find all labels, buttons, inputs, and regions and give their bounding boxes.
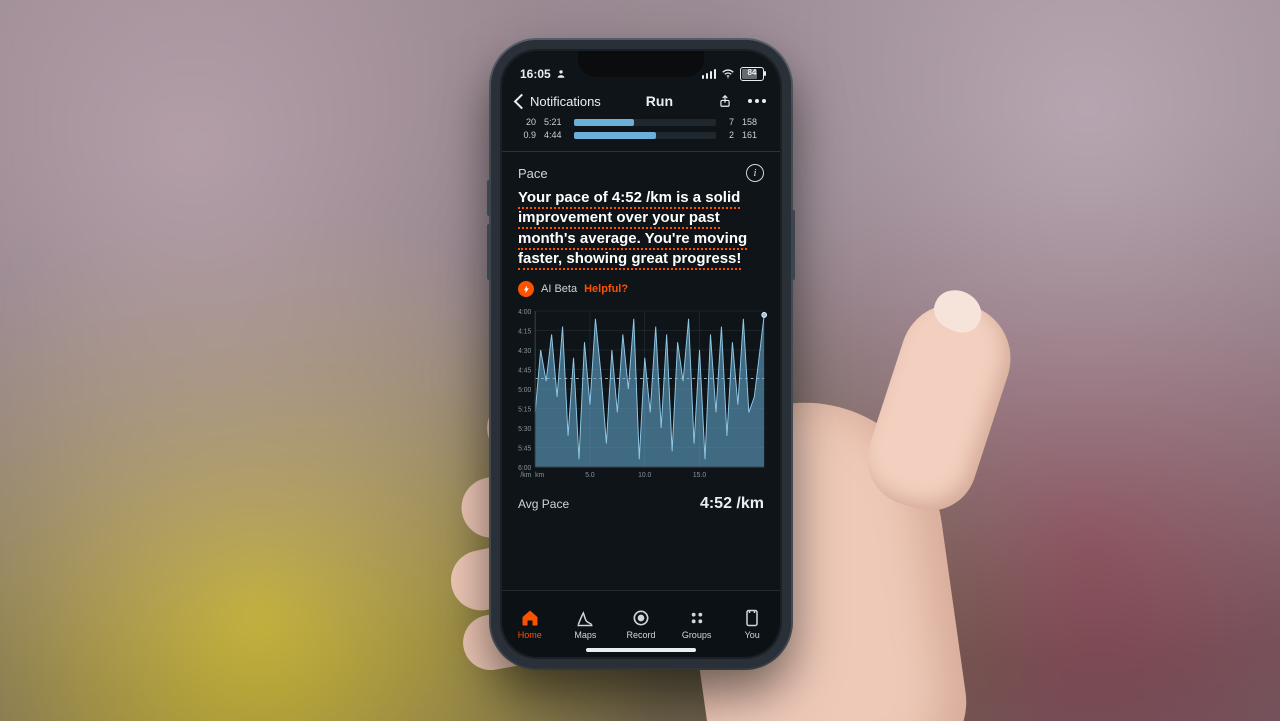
info-icon[interactable]: i xyxy=(746,164,764,182)
avg-pace-label: Avg Pace xyxy=(518,497,569,511)
tab-you[interactable]: You xyxy=(724,591,780,657)
power-button[interactable] xyxy=(791,210,795,280)
ai-label: AI Beta xyxy=(541,283,577,295)
split-pace: 4:44 xyxy=(544,130,566,140)
tab-label: Record xyxy=(626,630,655,640)
share-icon[interactable] xyxy=(718,93,732,109)
svg-text:5:00: 5:00 xyxy=(518,387,531,394)
ai-feedback-row: AI Beta Helpful? xyxy=(502,269,780,305)
groups-icon xyxy=(687,608,707,628)
svg-text:km: km xyxy=(535,472,544,479)
split-index: 20 xyxy=(518,117,536,127)
back-label: Notifications xyxy=(530,94,601,109)
phone-frame: 16:05 84 Notifications Run xyxy=(491,40,791,668)
section-header: Pace i xyxy=(502,152,780,188)
person-icon xyxy=(556,69,566,79)
split-hr: 158 xyxy=(742,117,764,127)
tab-home[interactable]: Home xyxy=(502,591,558,657)
clock-text: 16:05 xyxy=(520,67,551,81)
tab-bar: Home Maps Record Groups You xyxy=(502,590,780,657)
more-button[interactable] xyxy=(748,99,766,103)
split-index: 0.9 xyxy=(518,130,536,140)
split-bar xyxy=(574,119,716,126)
ai-badge-icon xyxy=(518,281,534,297)
svg-text:4:00: 4:00 xyxy=(518,309,531,316)
home-icon xyxy=(520,608,540,628)
svg-text:4:30: 4:30 xyxy=(518,348,531,355)
back-button[interactable]: Notifications xyxy=(516,94,601,109)
svg-text:5:45: 5:45 xyxy=(518,445,531,452)
split-hr-delta: 7 xyxy=(724,117,734,127)
svg-text:5:30: 5:30 xyxy=(518,426,531,433)
battery-indicator: 84 xyxy=(740,67,764,81)
helpful-link[interactable]: Helpful? xyxy=(584,283,628,295)
svg-text:4:45: 4:45 xyxy=(518,367,531,374)
nav-bar: Notifications Run xyxy=(502,89,780,115)
tab-label: You xyxy=(745,630,760,640)
phone-screen: 16:05 84 Notifications Run xyxy=(502,51,780,657)
svg-text:10.0: 10.0 xyxy=(638,472,651,479)
record-icon xyxy=(631,608,651,628)
splits-table: 20 5:21 7 158 0.9 4:44 2 161 xyxy=(502,115,780,152)
battery-pct: 84 xyxy=(748,68,757,77)
tab-label: Home xyxy=(518,630,542,640)
svg-text:5.0: 5.0 xyxy=(585,472,595,479)
insight-text: Your pace of 4:52 /km is a solid improve… xyxy=(502,188,780,269)
split-row: 0.9 4:44 2 161 xyxy=(518,130,764,140)
svg-text:4:15: 4:15 xyxy=(518,328,531,335)
chevron-left-icon xyxy=(514,93,530,109)
avg-pace-value: 4:52 /km xyxy=(700,495,764,513)
split-hr-delta: 2 xyxy=(724,130,734,140)
section-title: Pace xyxy=(518,166,548,181)
maps-icon xyxy=(575,608,595,628)
volume-up-button[interactable] xyxy=(487,180,491,216)
you-icon xyxy=(742,608,762,628)
split-hr: 161 xyxy=(742,130,764,140)
home-indicator[interactable] xyxy=(586,648,696,652)
volume-down-button[interactable] xyxy=(487,224,491,280)
svg-text:/km: /km xyxy=(520,472,531,479)
wifi-icon xyxy=(721,67,735,81)
cellular-icon xyxy=(702,69,717,79)
tab-label: Groups xyxy=(682,630,712,640)
svg-text:5:15: 5:15 xyxy=(518,406,531,413)
avg-pace-row: Avg Pace 4:52 /km xyxy=(502,485,780,521)
tab-label: Maps xyxy=(574,630,596,640)
page-title: Run xyxy=(646,93,673,109)
split-row: 20 5:21 7 158 xyxy=(518,117,764,127)
svg-text:15.0: 15.0 xyxy=(693,472,706,479)
split-pace: 5:21 xyxy=(544,117,566,127)
split-bar xyxy=(574,132,716,139)
pace-chart[interactable]: 4:004:154:304:455:005:155:305:456:00/kmk… xyxy=(508,305,770,485)
notch xyxy=(578,51,704,77)
